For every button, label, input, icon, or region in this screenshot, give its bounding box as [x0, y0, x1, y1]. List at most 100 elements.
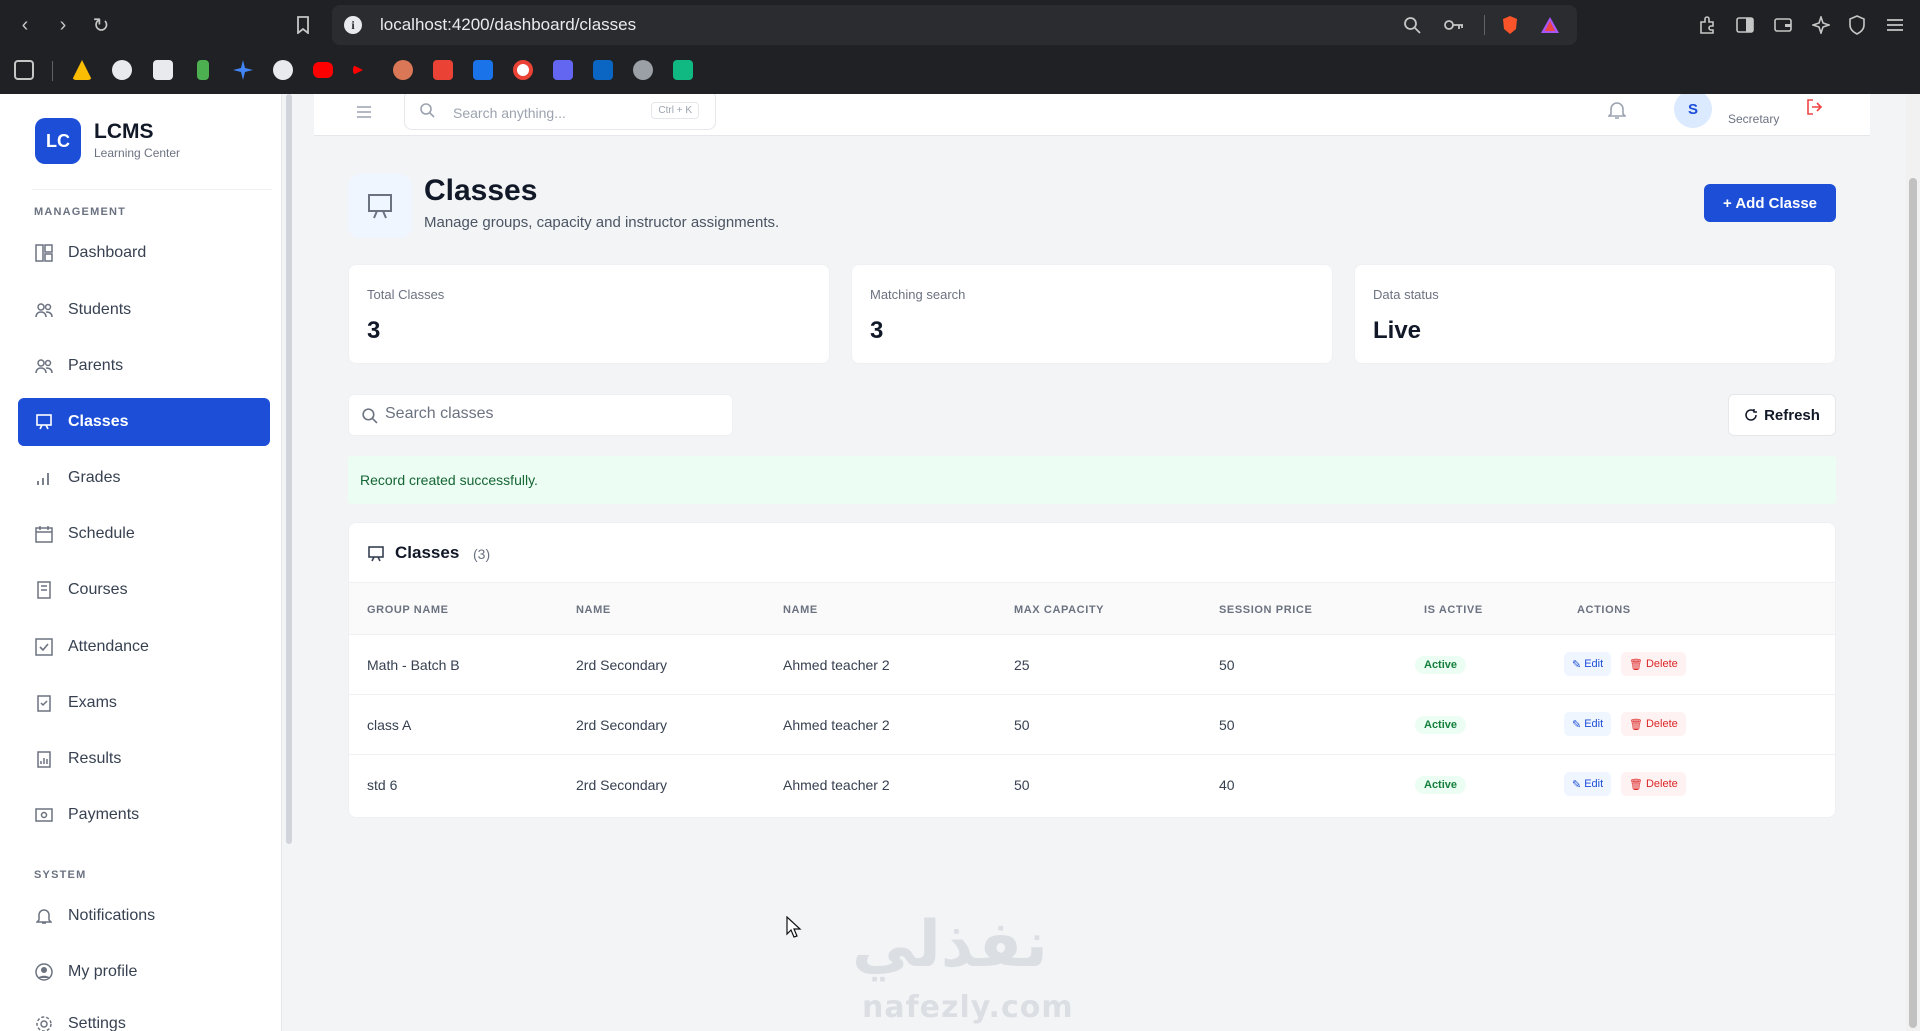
sidebar-item-my-profile[interactable]: My profile — [18, 948, 270, 996]
zoom-icon[interactable] — [1400, 13, 1424, 37]
column-header[interactable]: SESSION PRICE — [1219, 604, 1312, 616]
claude-bookmark-icon[interactable] — [393, 60, 413, 80]
sidebar-item-grades[interactable]: Grades — [18, 454, 270, 502]
edit-button[interactable]: ✎ Edit — [1564, 652, 1612, 676]
delete-button[interactable]: 🗑 Delete — [1621, 772, 1686, 796]
column-header[interactable]: MAX CAPACITY — [1014, 604, 1104, 616]
classes-icon — [34, 412, 54, 432]
mail-bookmark-icon[interactable] — [473, 60, 493, 80]
play-bookmark-icon[interactable] — [353, 65, 363, 75]
youtube-bookmark-icon[interactable] — [313, 62, 333, 78]
google-bookmark-icon[interactable] — [513, 60, 533, 80]
notification-bell-icon[interactable] — [1607, 100, 1627, 125]
avatar[interactable]: S — [1674, 94, 1712, 128]
github-bookmark-icon[interactable] — [112, 60, 132, 80]
key-icon[interactable] — [1442, 13, 1466, 37]
sidebar-item-label: My profile — [68, 963, 138, 980]
sidebar-item-settings[interactable]: Settings — [18, 1000, 270, 1031]
column-header[interactable]: IS ACTIVE — [1424, 604, 1483, 616]
stat-matching-search: Matching search 3 — [851, 264, 1333, 364]
stat-value: 3 — [367, 317, 381, 344]
column-header[interactable]: NAME — [783, 604, 818, 616]
menu-icon[interactable] — [1882, 12, 1908, 38]
delete-button[interactable]: 🗑 Delete — [1621, 712, 1686, 736]
column-header[interactable]: GROUP NAME — [367, 604, 449, 616]
edit-button[interactable]: ✎ Edit — [1564, 712, 1612, 736]
chatgpt-bookmark-icon[interactable] — [153, 60, 173, 80]
back-icon[interactable]: ‹ — [12, 12, 38, 38]
classes-icon — [367, 545, 385, 568]
edit-button[interactable]: ✎ Edit — [1564, 772, 1612, 796]
sidebar-toggle-icon[interactable] — [1732, 12, 1758, 38]
web-bookmark-icon[interactable] — [633, 60, 653, 80]
class-search — [348, 394, 733, 436]
add-class-button[interactable]: + Add Classe — [1704, 184, 1836, 222]
sidebar-item-students[interactable]: Students — [18, 286, 270, 334]
watermark-latin: nafezly.com — [862, 990, 1074, 1025]
bell-icon — [34, 906, 54, 926]
global-search[interactable]: Search anything... Ctrl + K — [404, 94, 716, 130]
reload-icon[interactable]: ↻ — [88, 12, 114, 38]
refresh-label: Refresh — [1764, 406, 1820, 424]
bookmark-icon[interactable] — [290, 12, 316, 38]
chess-bookmark-icon[interactable] — [197, 60, 209, 80]
openai-bookmark-icon[interactable] — [273, 60, 293, 80]
topbar: Search anything... Ctrl + K S Secretary — [314, 94, 1870, 136]
extensions-icon[interactable] — [1694, 12, 1720, 38]
user-role: Secretary — [1728, 112, 1780, 126]
scrollbar-thumb[interactable] — [1909, 178, 1917, 1028]
page-scrollbar[interactable] — [1906, 94, 1920, 1031]
parents-icon — [34, 356, 54, 376]
app-logo[interactable]: LC — [35, 118, 81, 164]
sidebar-item-attendance[interactable]: Attendance — [18, 623, 270, 671]
sidebar-scrollbar[interactable] — [286, 94, 292, 844]
logout-icon[interactable] — [1806, 98, 1824, 121]
trash-icon: 🗑 — [1629, 658, 1643, 671]
sidebar-item-payments[interactable]: Payments — [18, 791, 270, 839]
drive-bookmark-icon[interactable] — [72, 60, 92, 80]
sidebar-item-results[interactable]: Results — [18, 735, 270, 783]
column-header[interactable]: NAME — [576, 604, 611, 616]
cell-level: 2rd Secondary — [576, 657, 668, 673]
apps-grid-icon[interactable] — [14, 60, 34, 80]
edit-icon: ✎ — [1572, 778, 1582, 791]
hamburger-icon[interactable] — [356, 102, 372, 123]
classes-table-card: Classes (3) GROUP NAME NAME NAME MAX CAP… — [348, 522, 1836, 818]
site-info-icon[interactable]: i — [344, 16, 362, 34]
browser-nav-row: ‹ › ↻ i localhost:4200/dashboard/classes — [0, 0, 1920, 50]
leo-ai-icon[interactable] — [1808, 12, 1834, 38]
tool-bookmark-icon[interactable] — [553, 60, 573, 80]
cell-group-name: Math - Batch B — [367, 657, 460, 673]
cell-max-capacity: 25 — [1014, 657, 1030, 673]
brave-shield-icon[interactable] — [1498, 13, 1522, 37]
gmail-bookmark-icon[interactable] — [433, 60, 453, 80]
delete-button[interactable]: 🗑 Delete — [1621, 652, 1686, 676]
sidebar-item-dashboard[interactable]: Dashboard — [18, 229, 270, 277]
address-bar[interactable]: i localhost:4200/dashboard/classes — [332, 5, 1577, 45]
sidebar-item-notifications[interactable]: Notifications — [18, 892, 270, 940]
wallet-icon[interactable] — [1770, 12, 1796, 38]
table-header-bar: Classes (3) — [349, 523, 1835, 583]
cell-max-capacity: 50 — [1014, 777, 1030, 793]
table-head: GROUP NAME NAME NAME MAX CAPACITY SESSIO… — [349, 583, 1835, 635]
sidebar-item-schedule[interactable]: Schedule — [18, 510, 270, 558]
dashboard-icon — [34, 243, 54, 263]
forward-icon[interactable]: › — [50, 12, 76, 38]
linkedin-bookmark-icon[interactable] — [593, 60, 613, 80]
sidebar-item-parents[interactable]: Parents — [18, 342, 270, 390]
sidebar-item-courses[interactable]: Courses — [18, 566, 270, 614]
search-shortcut: Ctrl + K — [651, 102, 699, 119]
gemini-bookmark-icon[interactable] — [233, 60, 253, 80]
sidebar-item-classes[interactable]: Classes — [18, 398, 270, 446]
class-search-input[interactable] — [385, 405, 715, 423]
refresh-button[interactable]: Refresh — [1728, 394, 1836, 436]
url-text[interactable]: localhost:4200/dashboard/classes — [380, 15, 636, 35]
alert-message: Record created successfully. — [360, 472, 538, 488]
app: LC LCMS Learning Center MANAGEMENT Dashb… — [0, 94, 1920, 1031]
app-bookmark-icon[interactable] — [673, 60, 693, 80]
brave-rewards-icon[interactable] — [1538, 13, 1562, 37]
sidebar-item-exams[interactable]: Exams — [18, 679, 270, 727]
brand-subtitle: Learning Center — [94, 146, 181, 160]
vpn-icon[interactable] — [1844, 12, 1870, 38]
sidebar-item-label: Results — [68, 750, 122, 767]
